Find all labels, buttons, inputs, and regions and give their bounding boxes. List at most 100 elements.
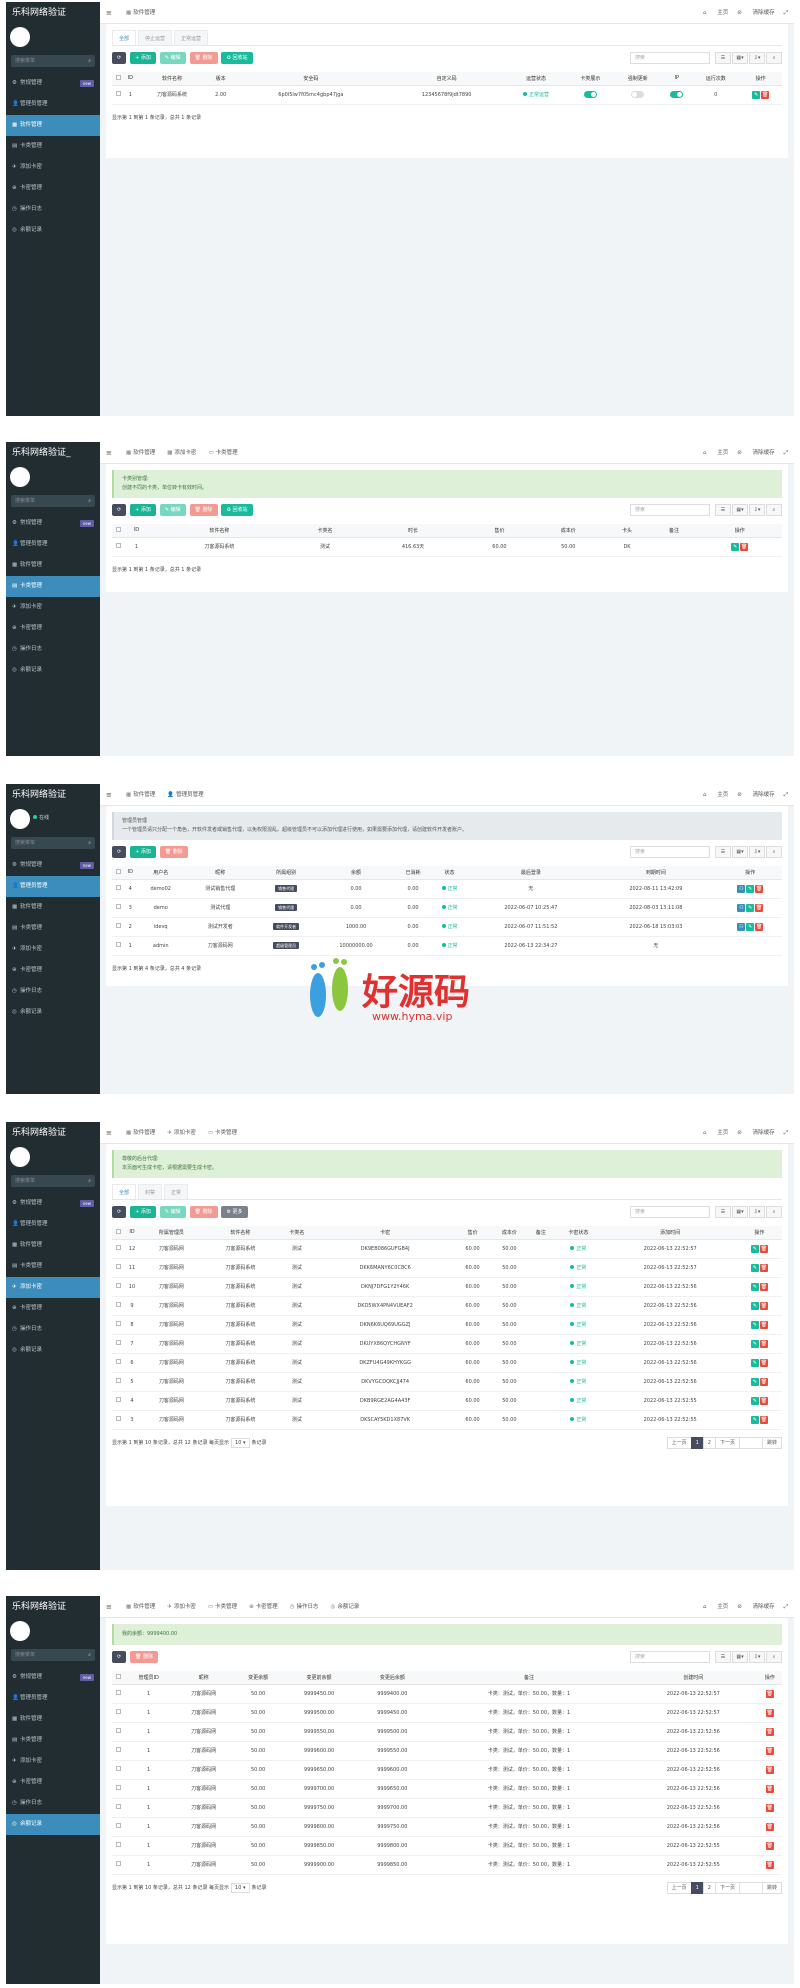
sidebar-item-software[interactable]: ▦ 软件管理: [6, 555, 100, 576]
menu-toggle-icon[interactable]: ≡: [106, 2, 112, 24]
export-icon[interactable]: ⇩▾: [749, 1651, 765, 1663]
sidebar-item-software[interactable]: ▦ 软件管理: [6, 115, 100, 136]
delete-icon[interactable]: 🗑: [759, 1377, 768, 1386]
row-checkbox[interactable]: [115, 885, 121, 890]
menu-search-input[interactable]: 搜索菜单 ⌕: [11, 1175, 95, 1187]
menu-toggle-icon[interactable]: ≡: [106, 1596, 112, 1618]
force-update-toggle[interactable]: [631, 91, 645, 98]
search-input[interactable]: 搜索: [630, 504, 710, 516]
export-icon[interactable]: ⇩▾: [749, 52, 765, 64]
menu-search-input[interactable]: 搜索菜单 ⌕: [11, 495, 95, 507]
row-checkbox[interactable]: [115, 1823, 121, 1828]
tab-log[interactable]: ◷ 操作日志: [284, 1596, 325, 1618]
prev-page-button[interactable]: 上一页: [666, 1881, 692, 1894]
edit-icon[interactable]: ✎: [746, 922, 755, 931]
sidebar-item-balance[interactable]: ◎ 余额记录: [6, 1340, 100, 1361]
sidebar-item-log[interactable]: ◷ 操作日志: [6, 1793, 100, 1814]
sidebar-item-cardmgr[interactable]: ⊕ 卡密管理: [6, 1772, 100, 1793]
add-button[interactable]: + 添加: [130, 1206, 156, 1218]
home-link[interactable]: ⌂ 主页: [703, 2, 728, 24]
sidebar-item-general[interactable]: ⚙ 常规管理 new: [6, 1193, 100, 1214]
add-button[interactable]: + 添加: [130, 504, 156, 516]
sidebar-item-general[interactable]: ⚙ 常规管理 new: [6, 73, 100, 94]
tab-addcard[interactable]: ✈ 添加卡密: [161, 1596, 202, 1618]
ip-toggle[interactable]: [670, 91, 684, 98]
sidebar-item-log[interactable]: ◷ 操作日志: [6, 1319, 100, 1340]
delete-icon[interactable]: 🗑: [759, 1320, 768, 1329]
clear-cache-link[interactable]: ⊘ 清除缓存: [737, 784, 774, 806]
home-link[interactable]: ⌂ 主页: [703, 1122, 728, 1144]
refresh-button[interactable]: ⟳: [112, 846, 127, 858]
tab-cardtype[interactable]: ▭ 卡类管理: [202, 442, 243, 464]
tab-software[interactable]: ▦ 软件管理: [120, 442, 161, 464]
sidebar-item-addcard[interactable]: ✈ 添加卡密: [6, 597, 100, 618]
edit-icon[interactable]: ✎: [731, 542, 740, 551]
columns-icon[interactable]: ▦▾: [732, 1651, 748, 1663]
export-icon[interactable]: ⇩▾: [749, 846, 765, 858]
select-all-checkbox[interactable]: [115, 1673, 121, 1679]
sidebar-item-log[interactable]: ◷ 操作日志: [6, 981, 100, 1002]
clear-cache-link[interactable]: ⊘ 清除缓存: [737, 442, 774, 464]
search-input[interactable]: 搜索: [630, 52, 710, 64]
delete-icon[interactable]: 🗑: [755, 903, 764, 912]
sidebar-item-cardtype[interactable]: ▤ 卡类管理: [6, 1730, 100, 1751]
row-checkbox[interactable]: [115, 543, 121, 548]
row-checkbox[interactable]: [115, 1861, 121, 1866]
menu-toggle-icon[interactable]: ≡: [106, 1122, 112, 1144]
sidebar-item-general[interactable]: ⚙ 常规管理 new: [6, 1667, 100, 1688]
row-checkbox[interactable]: [115, 1378, 121, 1383]
delete-icon[interactable]: 🗑: [759, 1396, 768, 1405]
recycle-button[interactable]: ♻ 回收站: [221, 52, 253, 64]
page-size-select[interactable]: 10 ▾: [231, 1437, 250, 1448]
row-checkbox[interactable]: [115, 1766, 121, 1771]
row-checkbox[interactable]: [115, 1728, 121, 1733]
user-icon[interactable]: ⚇: [737, 922, 746, 931]
row-checkbox[interactable]: [115, 1264, 121, 1269]
delete-button[interactable]: 🗑 删除: [130, 1651, 159, 1663]
row-checkbox[interactable]: [115, 1321, 121, 1326]
sidebar-item-addcard[interactable]: ✈ 添加卡密: [6, 1277, 100, 1298]
row-checkbox[interactable]: [115, 1785, 121, 1790]
sidebar-item-admin[interactable]: 👤管理员管理: [6, 534, 100, 555]
sidebar-item-log[interactable]: ◷ 操作日志: [6, 199, 100, 220]
row-checkbox[interactable]: [115, 1302, 121, 1307]
sidebar-item-software[interactable]: ▦ 软件管理: [6, 1235, 100, 1256]
menu-toggle-icon[interactable]: ≡: [106, 442, 112, 464]
tab-cardmgr[interactable]: ⊕ 卡密管理: [243, 1596, 284, 1618]
next-page-button[interactable]: 下一页: [714, 1436, 740, 1449]
search-input[interactable]: 搜索: [630, 846, 710, 858]
delete-icon[interactable]: 🗑: [761, 90, 770, 99]
sidebar-item-balance[interactable]: ◎ 余额记录: [6, 1814, 100, 1835]
row-checkbox[interactable]: [115, 1359, 121, 1364]
sidebar-item-admin[interactable]: 👤管理员管理: [6, 1688, 100, 1709]
search-icon[interactable]: ⌕: [766, 52, 782, 64]
edit-icon[interactable]: ✎: [750, 1301, 759, 1310]
export-icon[interactable]: ⇩▾: [749, 504, 765, 516]
edit-icon[interactable]: ✎: [750, 1377, 759, 1386]
sidebar-item-cardtype[interactable]: ▤ 卡类管理: [6, 918, 100, 939]
fullscreen-icon[interactable]: ⤢: [784, 442, 788, 464]
delete-icon[interactable]: 🗑: [765, 1765, 774, 1774]
jump-page-input[interactable]: [738, 1881, 763, 1894]
edit-icon[interactable]: ✎: [750, 1358, 759, 1367]
fullscreen-icon[interactable]: ⤢: [784, 1596, 788, 1618]
tab-addcard[interactable]: ▦ 添加卡密: [161, 442, 202, 464]
sidebar-item-general[interactable]: ⚙ 常规管理 new: [6, 513, 100, 534]
delete-icon[interactable]: 🗑: [759, 1415, 768, 1424]
sidebar-item-addcard[interactable]: ✈ 添加卡密: [6, 157, 100, 178]
user-icon[interactable]: ⚇: [737, 903, 746, 912]
row-checkbox[interactable]: [115, 942, 121, 947]
edit-icon[interactable]: ✎: [746, 884, 755, 893]
edit-icon[interactable]: ✎: [750, 1396, 759, 1405]
user-icon[interactable]: ⚇: [737, 884, 746, 893]
row-checkbox[interactable]: [115, 904, 121, 909]
search-icon[interactable]: ⌕: [766, 846, 782, 858]
delete-icon[interactable]: 🗑: [765, 1708, 774, 1717]
delete-button[interactable]: 🗑 删除: [189, 504, 218, 516]
tab-balance[interactable]: ◎ 余额记录: [325, 1596, 366, 1618]
subtab-all[interactable]: 全部: [112, 30, 137, 45]
edit-icon[interactable]: ✎: [750, 1339, 759, 1348]
row-checkbox[interactable]: [115, 91, 121, 96]
refresh-button[interactable]: ⟳: [112, 1651, 127, 1663]
fullscreen-icon[interactable]: ⤢: [784, 2, 788, 24]
